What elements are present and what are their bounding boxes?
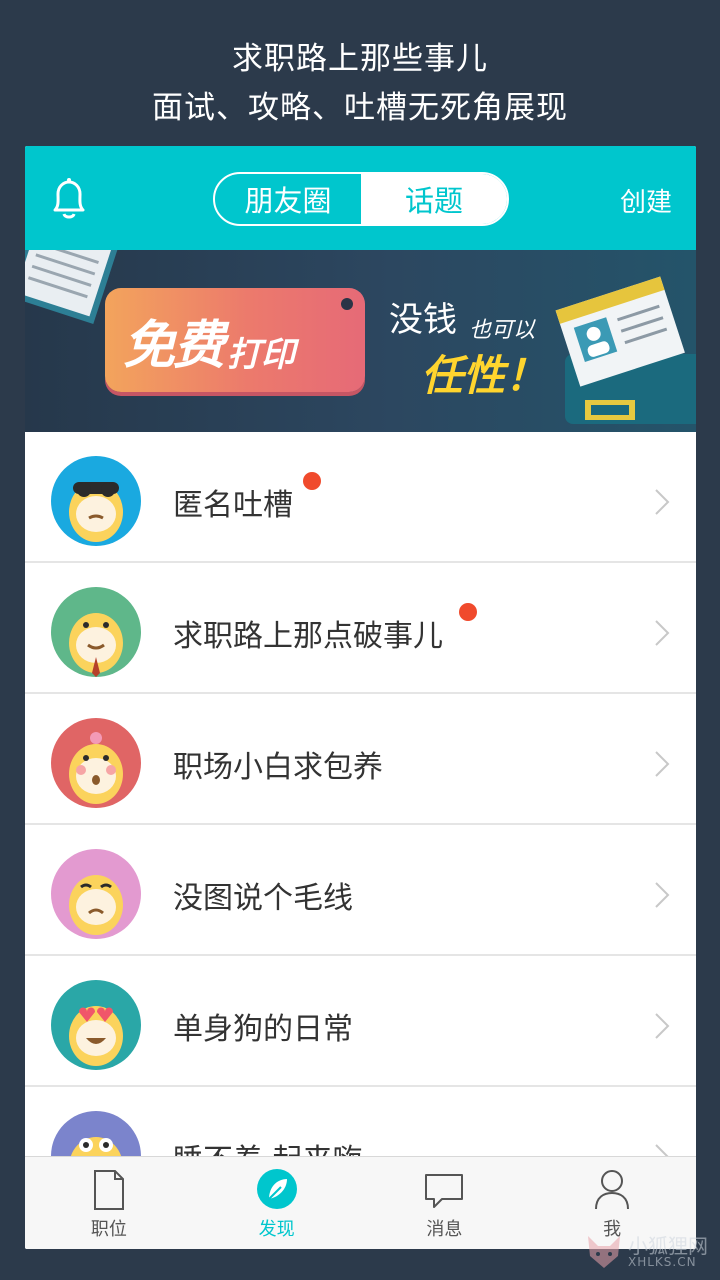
banner-line-1: 没钱 — [389, 300, 457, 340]
unread-dot — [303, 472, 321, 490]
segment-control: 朋友圈 话题 — [213, 172, 509, 226]
topic-label: 没图说个毛线 — [173, 881, 353, 916]
topic-avatar — [51, 718, 141, 808]
chevron-right-icon — [655, 620, 670, 646]
promo-line-2: 面试、攻略、吐槽无死角展现 — [152, 90, 568, 126]
tag-hole — [341, 298, 353, 310]
compass-leaf-icon — [256, 1169, 297, 1209]
bell-icon[interactable] — [47, 176, 91, 224]
watermark-en: XHLKS.CN — [628, 1255, 697, 1269]
topic-label: 求职路上那点破事儿 — [173, 619, 443, 654]
tab-label: 发现 — [258, 1219, 295, 1240]
tab-friends-circle[interactable]: 朋友圈 — [215, 174, 361, 224]
person-icon — [595, 1170, 630, 1210]
topic-avatar — [51, 456, 141, 546]
document-icon — [93, 1170, 124, 1210]
fox-logo-icon — [588, 1236, 620, 1268]
promo-line-1: 求职路上那些事儿 — [232, 41, 488, 77]
topic-avatar — [51, 980, 141, 1070]
chevron-right-icon — [655, 489, 670, 515]
topic-label: 职场小白求包养 — [173, 750, 383, 785]
topic-avatar — [51, 587, 141, 677]
chevron-right-icon — [655, 1013, 670, 1039]
tab-discover[interactable]: 发现 — [193, 1157, 361, 1249]
tab-label: 职位 — [90, 1219, 127, 1240]
tab-topics[interactable]: 话题 — [361, 174, 507, 224]
chevron-right-icon — [655, 751, 670, 777]
topic-row-workplace-newbie[interactable]: 职场小白求包养 — [25, 694, 696, 825]
banner-line-2: 任性！ — [421, 351, 548, 400]
tab-messages[interactable]: 消息 — [361, 1157, 529, 1249]
chevron-right-icon — [655, 882, 670, 908]
banner-line-1-small: 也可以 — [469, 318, 536, 343]
topic-row-job-hunting[interactable]: 求职路上那点破事儿 — [25, 563, 696, 694]
topic-avatar — [51, 849, 141, 939]
chat-bubble-icon — [425, 1174, 464, 1208]
print-text: 打印 — [227, 334, 296, 375]
tab-jobs[interactable]: 职位 — [25, 1157, 193, 1249]
topic-row-anonymous-rant[interactable]: 匿名吐槽 — [25, 432, 696, 563]
topic-list: 匿名吐槽 求职路上那点破事儿 职场小白求包养 没图说个毛线 单身狗的日常 — [25, 432, 696, 1218]
free-text: 免费 — [123, 315, 225, 376]
unread-dot — [459, 603, 477, 621]
app-screen: 朋友圈 话题 创建 免费 打印 没钱 也可以 任性！ 匿名吐槽 求职路上那点破事… — [25, 146, 696, 1249]
topic-label: 单身狗的日常 — [173, 1012, 353, 1047]
tab-label: 消息 — [426, 1219, 463, 1240]
topic-row-no-picture[interactable]: 没图说个毛线 — [25, 825, 696, 956]
top-header: 朋友圈 话题 创建 — [25, 146, 696, 250]
free-print-tag: 免费 打印 — [105, 288, 365, 392]
create-button[interactable]: 创建 — [620, 182, 672, 219]
watermark: 小狐狸网 XHLKS.CN — [582, 1226, 712, 1276]
topic-label: 匿名吐槽 — [173, 488, 293, 523]
topic-row-single-life[interactable]: 单身狗的日常 — [25, 956, 696, 1087]
free-print-banner[interactable]: 免费 打印 没钱 也可以 任性！ — [25, 250, 696, 432]
